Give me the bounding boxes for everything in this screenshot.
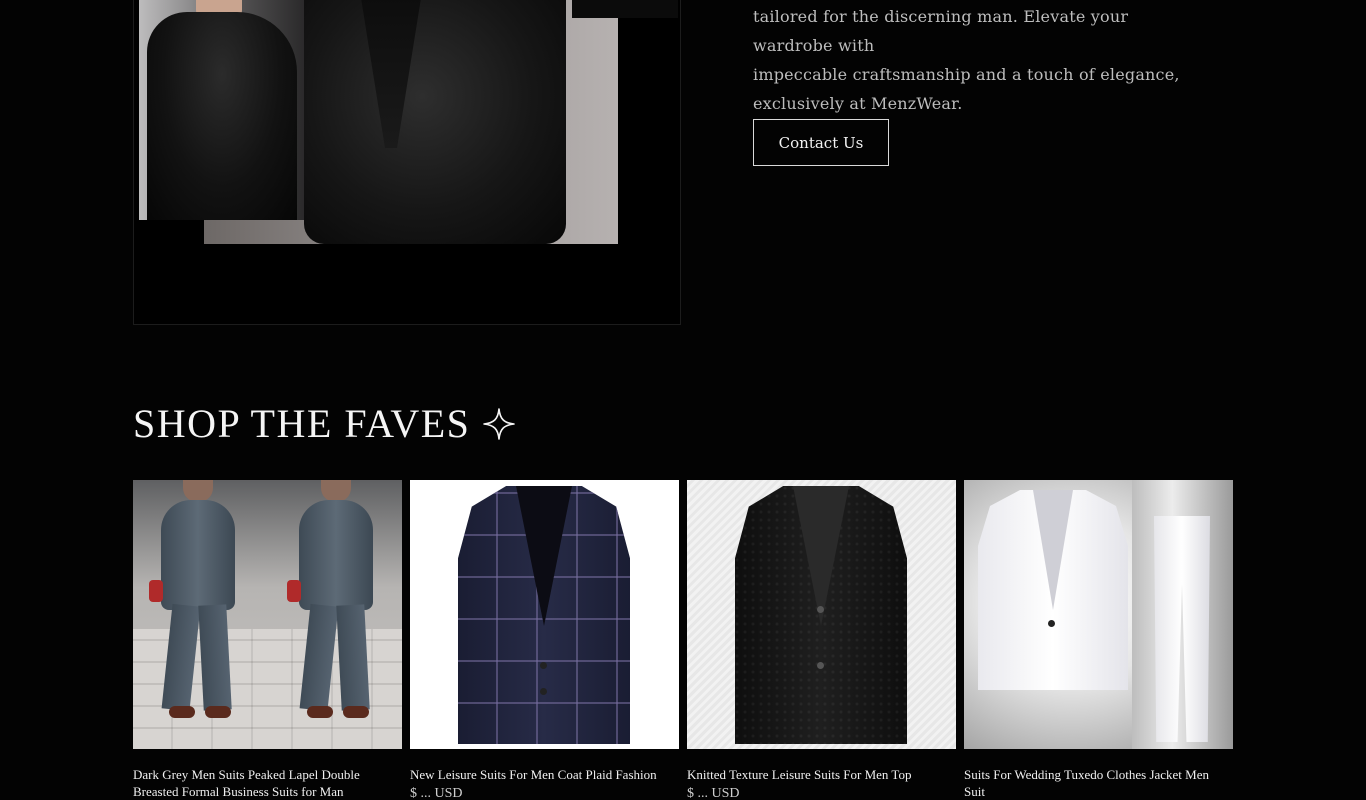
model-hand [149,580,163,602]
model-leg [198,604,232,711]
product-image-white-tuxedo[interactable] [964,480,1233,749]
product-card[interactable]: Dark Grey Men Suits Peaked Lapel Double … [133,480,402,800]
hero-inset-photo [139,0,305,220]
blazer-lapel [516,486,572,626]
product-image-grey-suit[interactable] [133,480,402,749]
blazer-lapel [793,486,849,626]
hero-image-frame [133,0,681,325]
model-leg [336,604,370,711]
model-jacket [161,500,235,610]
blazer-button [1048,620,1055,627]
navy-plaid-blazer [458,486,630,744]
blazer-button [817,606,824,613]
hero-description: tailored for the discerning man. Elevate… [753,2,1193,118]
model-hand [287,580,301,602]
product-image-plaid-blazer[interactable] [410,480,679,749]
product-price: $ ... USD [687,786,740,800]
white-tuxedo-jacket [978,490,1128,690]
model-figure [281,480,391,720]
model-shoe [169,706,195,718]
product-title[interactable]: Knitted Texture Leisure Suits For Men To… [687,766,956,783]
model-leg [299,603,339,712]
blazer-button [817,662,824,669]
model-leg [161,603,201,712]
hero-line-1: tailored for the discerning man. Elevate… [753,7,1129,55]
black-knitted-blazer [735,486,907,744]
model-head [183,480,213,502]
product-title[interactable]: Dark Grey Men Suits Peaked Lapel Double … [133,766,402,800]
hero-dark-panel [572,0,678,18]
hero-line-3: exclusively at MenzWear. [753,94,963,113]
blazer-lapel [1033,490,1073,610]
sparkle-icon [483,407,516,440]
model-shoe [343,706,369,718]
model-shoe [205,706,231,718]
page: tailored for the discerning man. Elevate… [0,0,1366,800]
hero-line-2: impeccable craftsmanship and a touch of … [753,65,1180,84]
section-title-text: SHOP THE FAVES [133,401,471,446]
model-suit-small [147,12,297,220]
section-title: SHOP THE FAVES [133,400,516,447]
product-title[interactable]: Suits For Wedding Tuxedo Clothes Jacket … [964,766,1233,800]
product-grid: Dark Grey Men Suits Peaked Lapel Double … [133,480,1233,800]
blazer-button [540,662,547,669]
model-shoe [307,706,333,718]
product-image-knitted-blazer[interactable] [687,480,956,749]
model-head [321,480,351,502]
product-card[interactable]: Suits For Wedding Tuxedo Clothes Jacket … [964,480,1233,800]
contact-us-button[interactable]: Contact Us [753,119,889,166]
product-card[interactable]: New Leisure Suits For Men Coat Plaid Fas… [410,480,679,800]
model-suit-large [304,0,566,244]
product-title[interactable]: New Leisure Suits For Men Coat Plaid Fas… [410,766,679,783]
product-card[interactable]: Knitted Texture Leisure Suits For Men To… [687,480,956,800]
model-jacket [299,500,373,610]
blazer-button [540,688,547,695]
model-figure [143,480,253,720]
product-price: $ ... USD [410,786,463,800]
